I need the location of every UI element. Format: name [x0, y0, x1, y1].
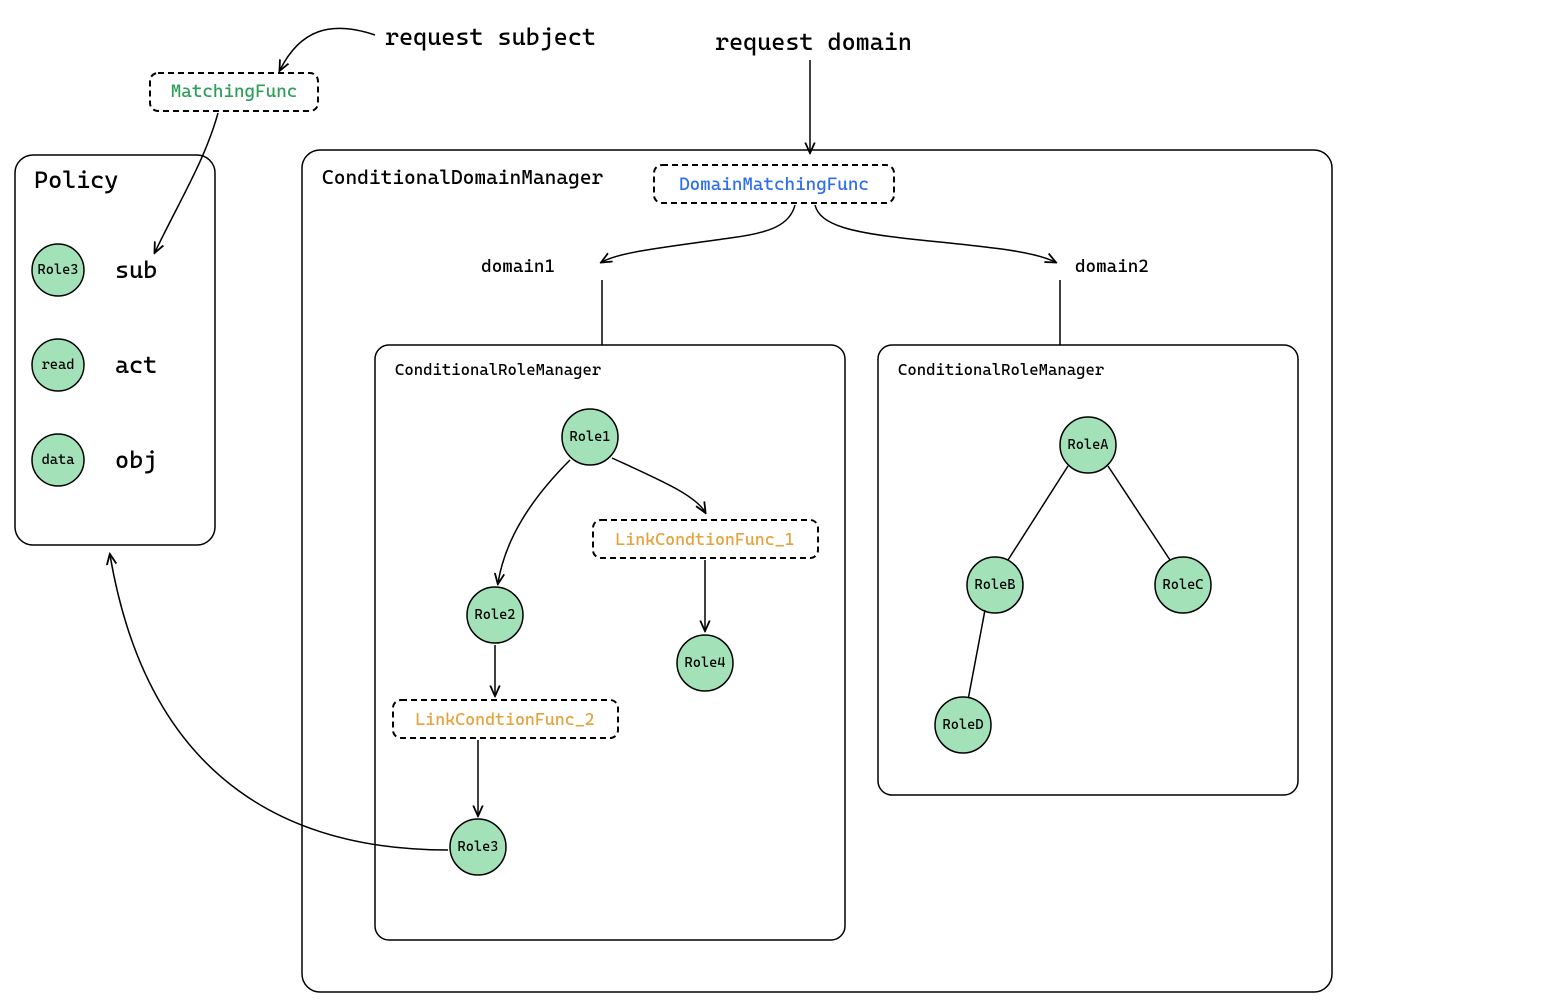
request-domain-label: request domain: [715, 28, 912, 56]
policy-item-2: data obj: [32, 434, 157, 486]
diagram-root: request subject MatchingFunc Policy Role…: [0, 0, 1546, 1007]
svg-text:ConditionalDomainManager: ConditionalDomainManager: [322, 165, 604, 189]
policy-title: Policy: [34, 166, 118, 194]
arrow-r1-lc1: [612, 458, 705, 512]
svg-text:RoleA: RoleA: [1067, 437, 1108, 453]
svg-text:obj: obj: [115, 446, 157, 474]
svg-text:RoleB: RoleB: [974, 577, 1015, 593]
svg-text:LinkCondtionFunc_2: LinkCondtionFunc_2: [415, 709, 594, 729]
svg-text:data: data: [42, 452, 75, 468]
crm-domain2-box: ConditionalRoleManager RoleA RoleB RoleC: [878, 345, 1298, 795]
svg-text:sub: sub: [115, 256, 157, 284]
svg-text:Role3: Role3: [457, 839, 498, 855]
matching-func-box: MatchingFunc: [150, 73, 318, 111]
role1-node: Role1: [562, 409, 618, 465]
svg-text:DomainMatchingFunc: DomainMatchingFunc: [679, 174, 869, 195]
conditional-domain-manager-box: ConditionalDomainManager DomainMatchingF…: [302, 150, 1332, 992]
svg-text:Role1: Role1: [569, 429, 610, 445]
arrow-req-subject: [280, 28, 375, 70]
svg-text:RoleC: RoleC: [1162, 577, 1203, 593]
policy-item-0: Role3 sub: [32, 244, 157, 296]
role4-node: Role4: [677, 635, 733, 691]
link-cond-1-box: LinkCondtionFunc_1: [593, 520, 818, 558]
arrow-dmf-domain2: [815, 205, 1055, 262]
roled-node: RoleD: [935, 697, 991, 753]
svg-text:Role2: Role2: [474, 607, 515, 623]
link-cond-2-box: LinkCondtionFunc_2: [393, 700, 618, 738]
svg-text:act: act: [115, 351, 157, 379]
policy-item-1: read act: [32, 339, 157, 391]
crm-domain1-box: ConditionalRoleManager Role1 LinkCondtio…: [375, 345, 845, 940]
rolea-node: RoleA: [1060, 417, 1116, 473]
role2-node: Role2: [467, 587, 523, 643]
svg-text:ConditionalRoleManager: ConditionalRoleManager: [898, 360, 1104, 379]
svg-text:Role3: Role3: [37, 262, 78, 278]
svg-text:MatchingFunc: MatchingFunc: [171, 81, 298, 102]
svg-text:Role4: Role4: [684, 655, 725, 671]
edge-b-d: [968, 610, 985, 700]
domain1-label: domain1: [481, 256, 555, 277]
svg-text:read: read: [42, 357, 75, 373]
svg-text:ConditionalRoleManager: ConditionalRoleManager: [395, 360, 601, 379]
arrow-matchfunc-to-sub: [155, 113, 218, 252]
arrow-r1-r2: [498, 460, 570, 583]
request-subject-label: request subject: [385, 23, 596, 51]
domain2-label: domain2: [1075, 256, 1149, 277]
svg-text:LinkCondtionFunc_1: LinkCondtionFunc_1: [615, 529, 794, 549]
svg-text:RoleD: RoleD: [942, 717, 983, 733]
domain-matching-func-box: DomainMatchingFunc: [654, 165, 894, 203]
arrow-dmf-domain1: [602, 205, 795, 262]
rolec-node: RoleC: [1155, 557, 1211, 613]
policy-box: Policy Role3 sub read act data obj: [15, 155, 215, 545]
edge-a-b: [1008, 466, 1068, 560]
roleb-node: RoleB: [967, 557, 1023, 613]
role3-node: Role3: [450, 819, 506, 875]
edge-a-c: [1108, 466, 1170, 560]
